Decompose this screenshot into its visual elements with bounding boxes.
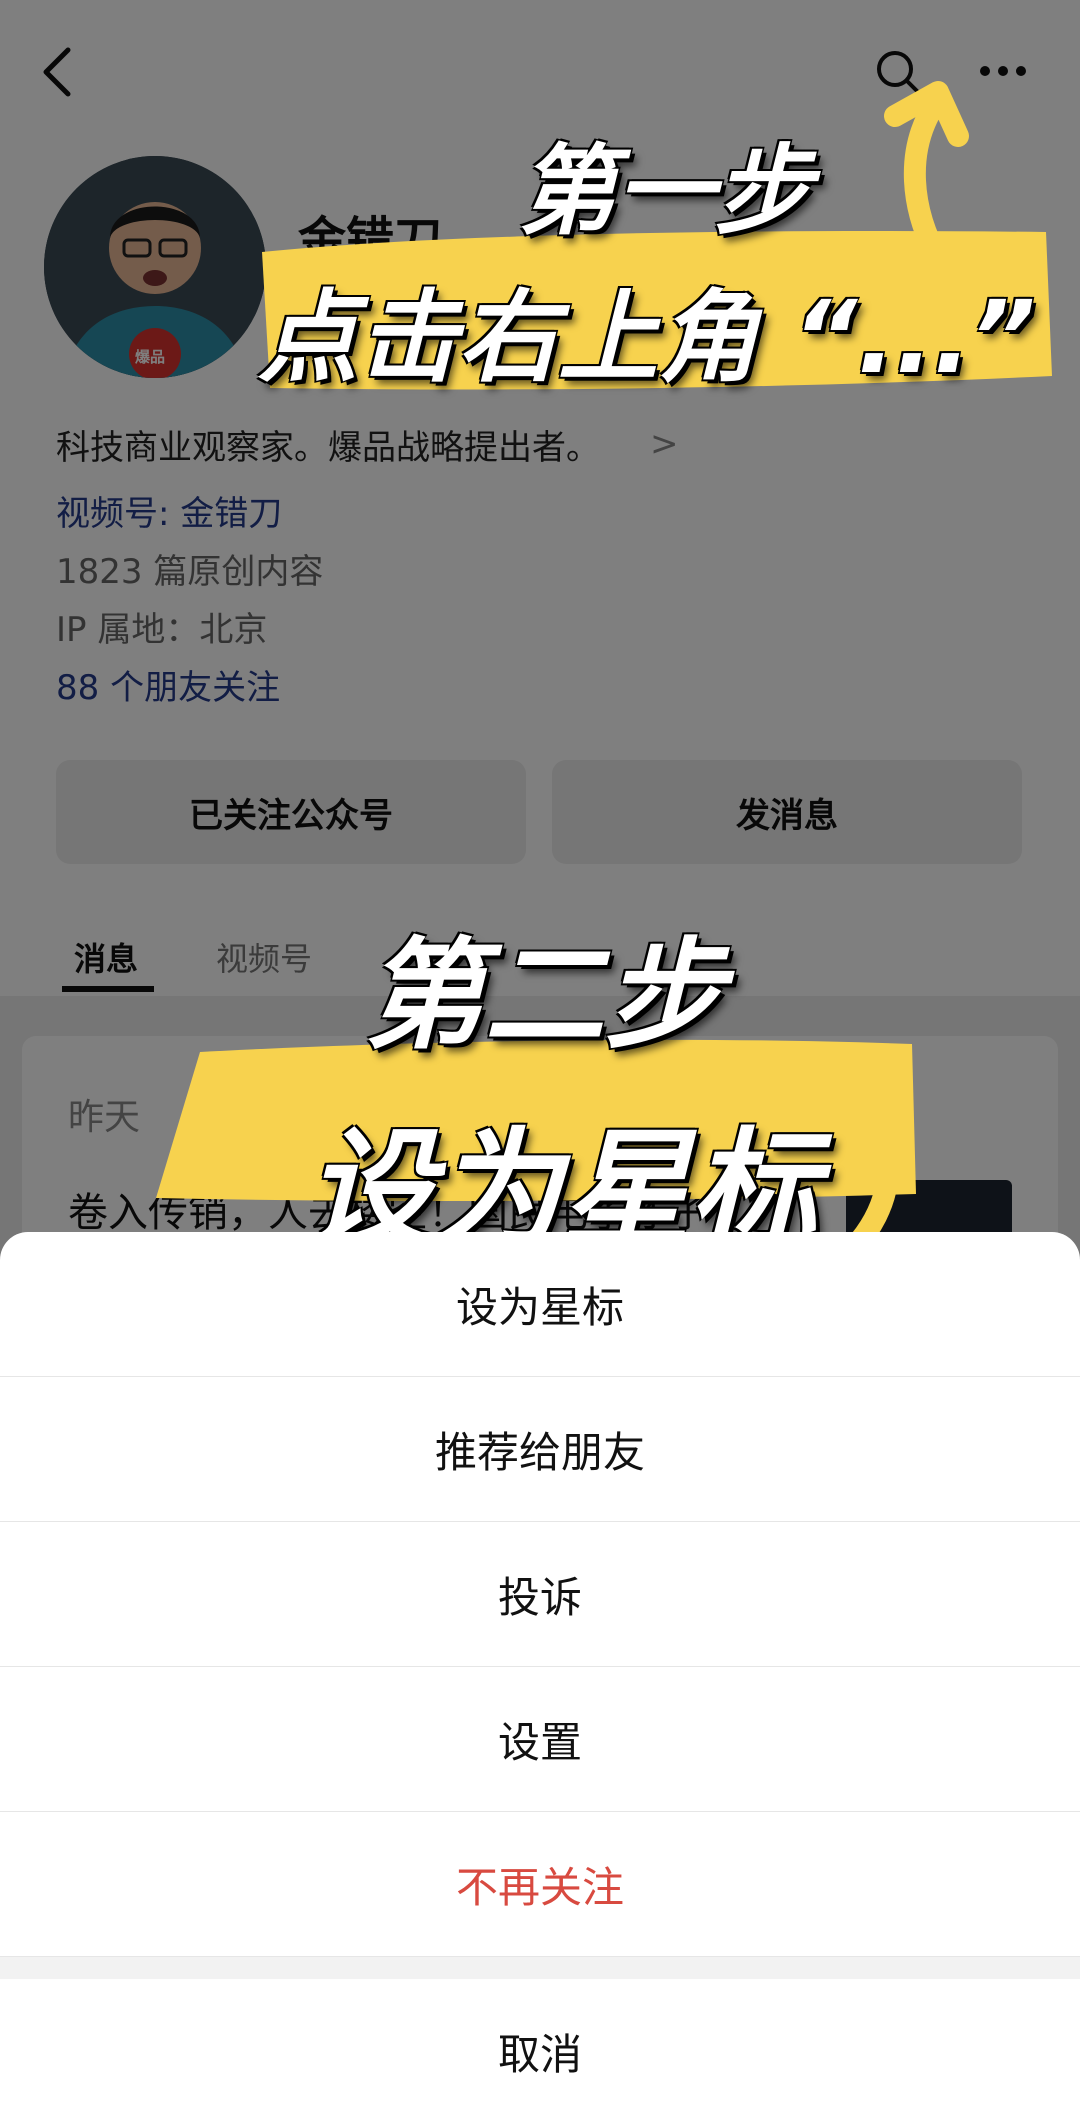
sheet-item-settings[interactable]: 设置: [0, 1667, 1080, 1812]
sheet-divider: [0, 1957, 1080, 1979]
sheet-item-recommend[interactable]: 推荐给朋友: [0, 1377, 1080, 1522]
sheet-item-report[interactable]: 投诉: [0, 1522, 1080, 1667]
sheet-item-unfollow[interactable]: 不再关注: [0, 1812, 1080, 1957]
step1-label: 第一步: [518, 135, 813, 249]
action-sheet: 设为星标 推荐给朋友 投诉 设置 不再关注 取消: [0, 1232, 1080, 2124]
arrow-step1-icon: [903, 93, 951, 273]
sheet-item-star[interactable]: 设为星标: [0, 1232, 1080, 1377]
step1-instruction: 点击右上角 “...”: [258, 279, 1036, 396]
cancel-button[interactable]: 取消: [0, 1979, 1080, 2124]
step2-label: 第二步: [364, 927, 724, 1066]
